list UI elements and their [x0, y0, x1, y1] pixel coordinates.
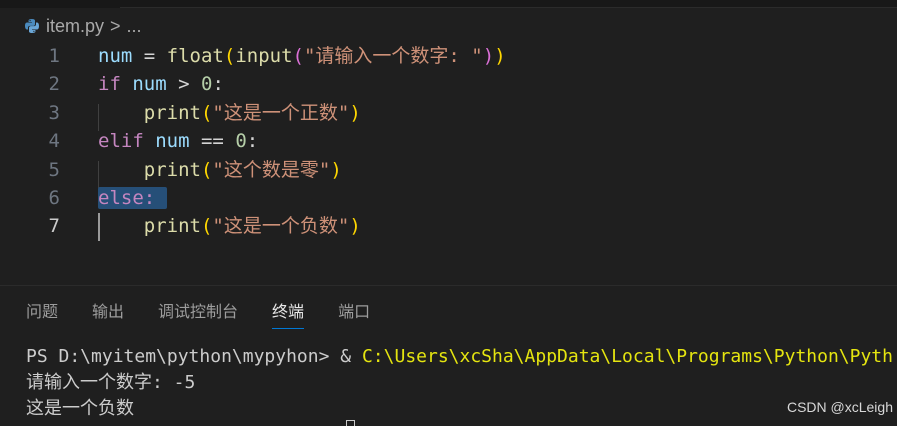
code-token: ) [349, 215, 361, 238]
code-text: if num > 0: [98, 70, 224, 98]
panel-divider [0, 285, 897, 286]
code-token: ) [349, 101, 361, 124]
line-number: 2 [48, 73, 60, 96]
code-token: 0 [235, 130, 247, 153]
code-token: "请输入一个数字: " [303, 45, 483, 67]
line-number: 5 [48, 158, 60, 181]
code-token: "这是一个负数" [212, 215, 350, 238]
terminal-output-line: 这是一个负数 [26, 398, 134, 419]
code-token: : [246, 130, 259, 153]
breadcrumb-separator: > [110, 15, 121, 36]
panel-tab[interactable]: 输出 [92, 300, 124, 326]
code-token: : [212, 73, 224, 96]
line-number: 7 [48, 215, 60, 238]
code-token: num [132, 73, 167, 96]
code-token: "这是一个正数" [212, 101, 350, 124]
watermark: CSDN @xcLeigh [786, 399, 893, 415]
code-token: ( [200, 101, 213, 124]
panel-tab[interactable]: 问题 [26, 300, 58, 326]
code-line[interactable]: 7 print("这是一个负数") [0, 212, 897, 240]
mouse-cursor-icon [346, 420, 355, 426]
terminal-command: C:\Users\xcSha\AppData\Local\Programs\Py… [361, 346, 893, 367]
code-text: print("这个数是零") [98, 156, 342, 184]
editor-top-bar [0, 0, 897, 8]
terminal[interactable]: PS D:\myitem\python\mypyhon> & C:\Users\… [26, 344, 893, 422]
code-line[interactable]: 6 else: [0, 184, 897, 212]
terminal-command-line: PS D:\myitem\python\mypyhon> & C:\Users\… [26, 344, 893, 370]
code-token: print [143, 158, 201, 181]
code-token: ) [482, 45, 495, 67]
code-editor[interactable]: 1 num = float(input("请输入一个数字: ")) 2 if num … [0, 42, 897, 241]
panel-tabs: 问题 输出 调试控制台 终端 端口 [26, 300, 404, 329]
code-text: print("这是一个正数") [98, 99, 361, 127]
code-line[interactable]: 1 num = float(input("请输入一个数字: ")) [0, 42, 897, 70]
code-token: num [155, 130, 190, 153]
code-token: > [166, 73, 201, 96]
code-token: input [235, 45, 293, 67]
code-token: print [143, 215, 201, 238]
code-token: == [189, 130, 236, 153]
python-file-icon [25, 19, 39, 33]
code-text: num = float(input("请输入一个数字: ")) [98, 42, 506, 70]
breadcrumb-file[interactable]: item.py [46, 16, 104, 37]
code-token: ( [200, 158, 213, 181]
code-token: ) [330, 158, 342, 181]
code-token: ( [223, 45, 236, 67]
panel-tab[interactable]: 端口 [338, 300, 370, 326]
code-token: ) [494, 45, 506, 67]
line-number: 4 [48, 130, 60, 153]
code-line[interactable]: 3 print("这是一个正数") [0, 99, 897, 127]
code-token: ( [200, 215, 213, 238]
code-text: elif num == 0: [98, 127, 258, 155]
code-line[interactable]: 4 elif num == 0: [0, 127, 897, 155]
code-text: else: [98, 184, 168, 212]
breadcrumb-more[interactable]: ... [127, 16, 142, 37]
code-token: if [98, 73, 121, 96]
code-token: 0 [201, 73, 213, 96]
line-number: 1 [48, 45, 60, 67]
code-text: print("这是一个负数") [98, 212, 361, 240]
panel-tab[interactable]: 终端 [272, 300, 305, 329]
panel-tab[interactable]: 调试控制台 [158, 300, 238, 326]
code-token: else: [98, 186, 168, 209]
breadcrumb[interactable]: item.py > ... [24, 14, 142, 38]
terminal-output-line: 请输入一个数字: -5 [26, 372, 196, 393]
terminal-amp: & [340, 346, 362, 367]
terminal-prompt: PS D:\myitem\python\mypyhon> [26, 346, 341, 367]
code-line[interactable]: 5 print("这个数是零") [0, 156, 897, 184]
line-number: 6 [48, 186, 60, 209]
line-number: 3 [48, 101, 60, 124]
code-token: elif [98, 130, 144, 153]
code-token: num [98, 45, 133, 67]
code-token: = [132, 45, 167, 67]
code-line[interactable]: 2 if num > 0: [0, 70, 897, 98]
code-token: ( [292, 45, 304, 67]
code-token: print [143, 101, 201, 124]
code-token: "这个数是零" [212, 158, 331, 181]
code-token: float [166, 45, 224, 67]
